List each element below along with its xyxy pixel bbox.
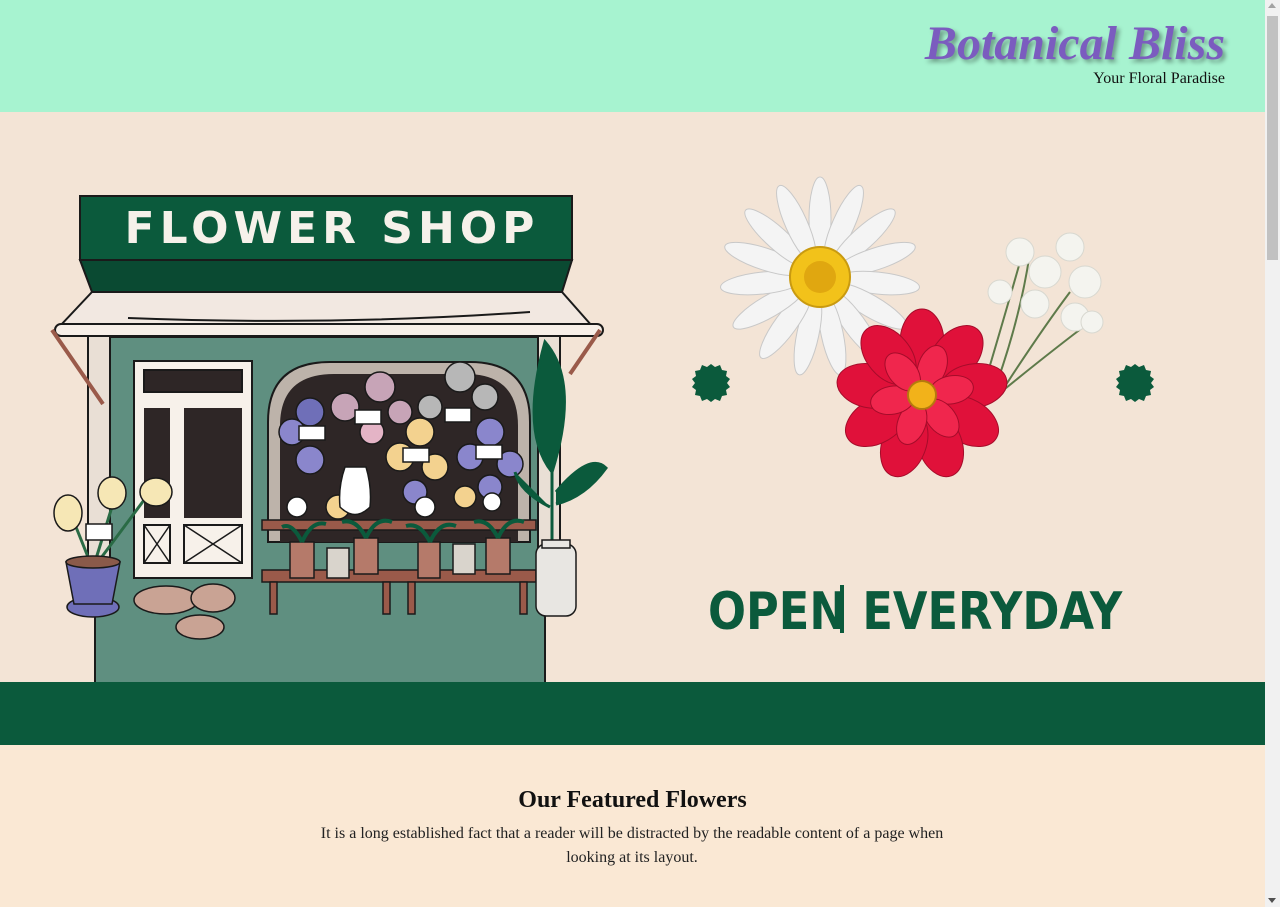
brand-tagline: Your Floral Paradise: [1093, 70, 1225, 87]
site-header: Botanical Bliss Your Floral Paradise: [0, 0, 1265, 112]
scroll-down-arrow-icon[interactable]: [1268, 898, 1276, 903]
scrollbar-thumb[interactable]: [1267, 16, 1278, 260]
text-cursor-bar: [840, 585, 844, 633]
right-badge-icon: [1116, 364, 1154, 402]
brand-logo[interactable]: Botanical Bliss: [925, 16, 1225, 72]
open-everyday-heading: OPEN EVERYDAY: [708, 582, 1123, 642]
featured-description: It is a long established fact that a rea…: [320, 825, 944, 866]
page: Botanical Bliss Your Floral Paradise FLO…: [0, 0, 1265, 907]
left-badge-icon: [692, 364, 730, 402]
green-divider-band: [0, 682, 1265, 745]
scroll-up-arrow-icon[interactable]: [1268, 3, 1276, 8]
featured-title: Our Featured Flowers: [518, 787, 747, 813]
vertical-scrollbar[interactable]: [1265, 0, 1280, 907]
hero-banner: FLOWER SHOP OPEN EVERYDAY: [0, 112, 1265, 682]
flower-shop-illustration: FLOWER SHOP: [50, 195, 608, 682]
shop-sign-text: FLOWER SHOP: [125, 203, 540, 254]
featured-section: Our Featured Flowers It is a long establ…: [0, 745, 1265, 907]
